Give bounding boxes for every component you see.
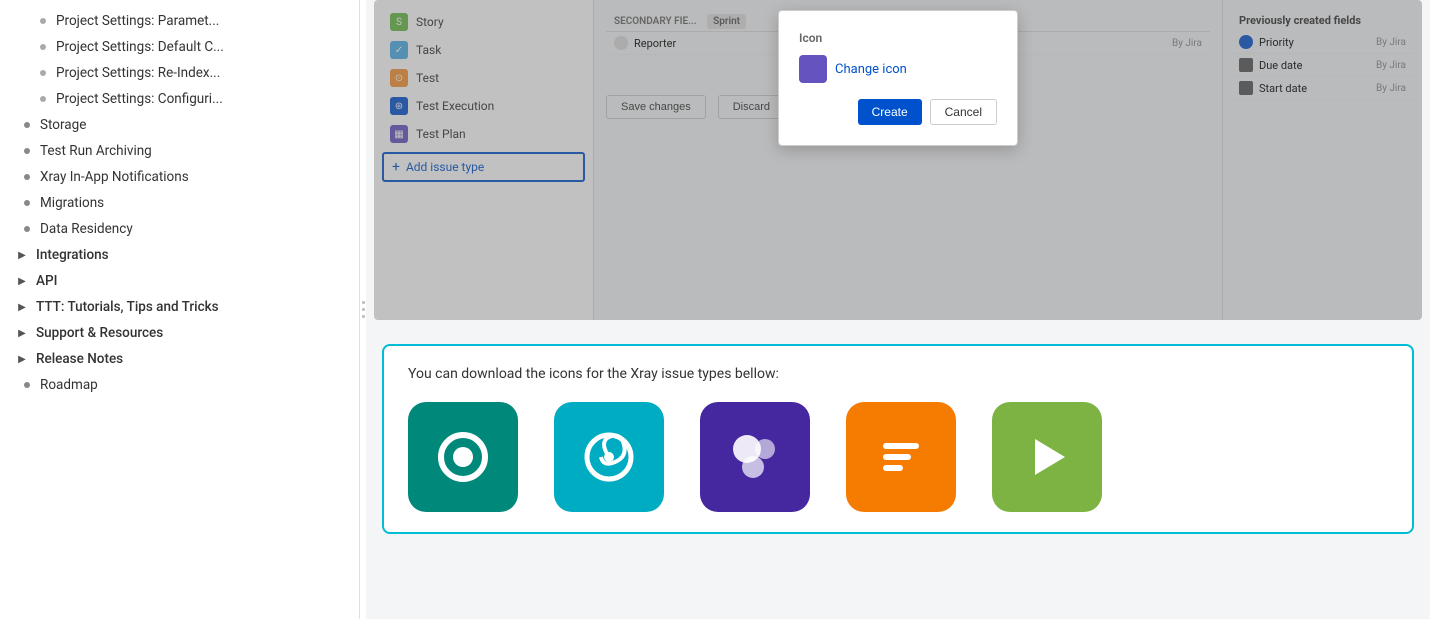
test-svg-icon <box>433 427 493 487</box>
bullet-icon <box>40 18 46 24</box>
icon-dialog: Icon Change icon Create Cancel <box>778 10 1018 146</box>
dialog-overlay: Icon Change icon Create Cancel <box>374 0 1422 320</box>
icons-box-title: You can download the icons for the Xray … <box>408 366 1388 382</box>
bullet-icon <box>24 200 30 206</box>
sidebar-item-test-run-archiving[interactable]: Test Run Archiving <box>0 138 359 164</box>
main-content: S Story ✓ Task ⊙ Test ⊛ Test Execution ▦ <box>366 0 1430 619</box>
sidebar-item-release-notes[interactable]: ▶ Release Notes <box>0 346 359 372</box>
bullet-icon <box>40 96 46 102</box>
change-icon-label[interactable]: Change icon <box>835 62 907 77</box>
sidebar-item-xray-notifications[interactable]: Xray In-App Notifications <box>0 164 359 190</box>
dialog-title: Icon <box>799 31 997 45</box>
precondition-svg-icon <box>1017 427 1077 487</box>
sidebar-item-project-settings-param[interactable]: Project Settings: Paramet... <box>0 8 359 34</box>
handle-dot <box>362 301 365 304</box>
bullet-icon <box>24 148 30 154</box>
sidebar-item-integrations[interactable]: ▶ Integrations <box>0 242 359 268</box>
cancel-button[interactable]: Cancel <box>930 99 997 125</box>
test-plan-svg-icon <box>725 427 785 487</box>
sidebar-item-ttt[interactable]: ▶ TTT: Tutorials, Tips and Tricks <box>0 294 359 320</box>
create-button[interactable]: Create <box>858 99 922 125</box>
sidebar-item-api[interactable]: ▶ API <box>0 268 359 294</box>
sidebar: Project Settings: Paramet... Project Set… <box>0 0 360 619</box>
sidebar-item-migrations[interactable]: Migrations <box>0 190 359 216</box>
handle-dot <box>362 315 365 318</box>
precondition-download-icon[interactable] <box>992 402 1102 512</box>
chevron-right-icon: ▶ <box>16 353 28 365</box>
icons-row <box>408 402 1388 512</box>
bullet-icon <box>24 122 30 128</box>
chevron-right-icon: ▶ <box>16 327 28 339</box>
test-plan-download-icon[interactable] <box>700 402 810 512</box>
jira-simulation: S Story ✓ Task ⊙ Test ⊛ Test Execution ▦ <box>374 0 1422 320</box>
test-set-download-icon[interactable] <box>846 402 956 512</box>
screenshot-area: S Story ✓ Task ⊙ Test ⊛ Test Execution ▦ <box>374 0 1422 320</box>
dialog-icon-preview <box>799 55 827 83</box>
test-execution-svg-icon <box>579 427 639 487</box>
test-download-icon[interactable] <box>408 402 518 512</box>
chevron-right-icon: ▶ <box>16 275 28 287</box>
change-icon-row: Change icon <box>799 55 997 83</box>
handle-dot <box>362 308 365 311</box>
sidebar-item-roadmap[interactable]: Roadmap <box>0 372 359 398</box>
icons-box: You can download the icons for the Xray … <box>382 344 1414 534</box>
test-set-svg-icon <box>871 427 931 487</box>
sidebar-item-project-settings-reindex[interactable]: Project Settings: Re-Index... <box>0 60 359 86</box>
sidebar-item-data-residency[interactable]: Data Residency <box>0 216 359 242</box>
icons-download-section: You can download the icons for the Xray … <box>366 328 1430 619</box>
bullet-icon <box>24 226 30 232</box>
sidebar-item-project-settings-default[interactable]: Project Settings: Default C... <box>0 34 359 60</box>
chevron-right-icon: ▶ <box>16 249 28 261</box>
bullet-icon <box>24 382 30 388</box>
sidebar-item-project-settings-config[interactable]: Project Settings: Configuri... <box>0 86 359 112</box>
bullet-icon <box>40 70 46 76</box>
bullet-icon <box>24 174 30 180</box>
bullet-icon <box>40 44 46 50</box>
test-execution-download-icon[interactable] <box>554 402 664 512</box>
sidebar-item-storage[interactable]: Storage <box>0 112 359 138</box>
chevron-right-icon: ▶ <box>16 301 28 313</box>
dialog-actions: Create Cancel <box>799 99 997 125</box>
sidebar-item-support-resources[interactable]: ▶ Support & Resources <box>0 320 359 346</box>
